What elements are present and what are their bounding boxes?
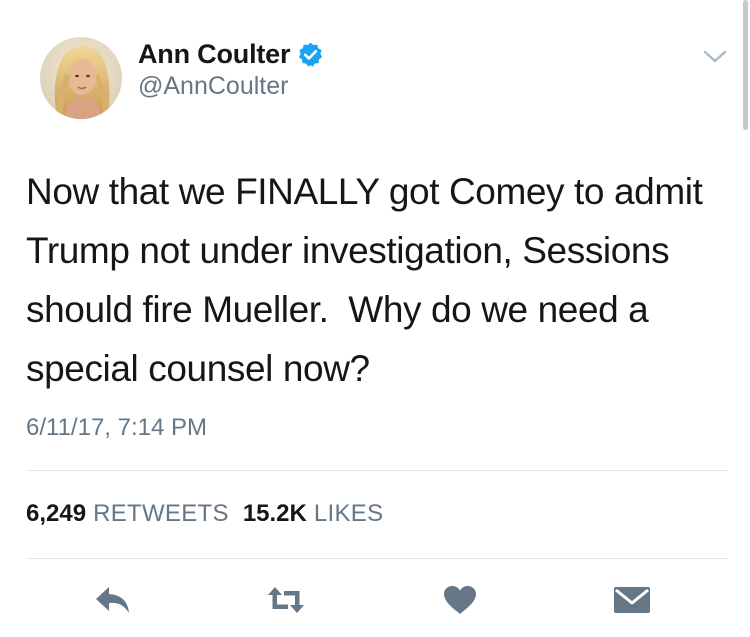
like-button[interactable] <box>440 582 480 622</box>
author-handle[interactable]: @AnnCoulter <box>138 72 288 101</box>
verified-badge-icon <box>297 41 324 68</box>
author-name-row[interactable]: Ann Coulter <box>138 39 324 70</box>
tweet-stats: 6,249 RETWEETS 15.2K LIKES <box>26 500 383 528</box>
likes-label[interactable]: LIKES <box>314 500 384 528</box>
tweet-card: Ann Coulter @AnnCoulter Now that we FINA… <box>0 0 750 637</box>
likes-count[interactable]: 15.2K <box>243 500 307 528</box>
display-name[interactable]: Ann Coulter <box>138 39 290 70</box>
divider <box>26 558 728 559</box>
tweet-timestamp[interactable]: 6/11/17, 7:14 PM <box>26 414 207 442</box>
reply-icon <box>94 585 132 620</box>
chevron-down-icon[interactable] <box>702 48 728 66</box>
retweets-label[interactable]: RETWEETS <box>93 500 229 528</box>
avatar-image <box>40 37 122 119</box>
heart-icon <box>443 585 477 620</box>
scrollbar[interactable] <box>743 0 748 130</box>
retweet-button[interactable] <box>266 582 306 622</box>
retweet-icon <box>266 585 306 620</box>
divider <box>26 470 728 471</box>
retweets-count[interactable]: 6,249 <box>26 500 86 528</box>
avatar[interactable] <box>40 37 122 119</box>
direct-message-button[interactable] <box>612 582 652 622</box>
reply-button[interactable] <box>93 582 133 622</box>
envelope-icon <box>613 586 651 619</box>
tweet-text: Now that we FINALLY got Comey to admit T… <box>26 171 712 389</box>
